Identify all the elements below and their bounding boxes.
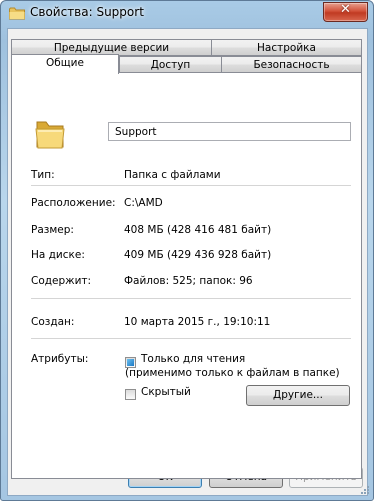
tab-label: Настройка	[257, 42, 316, 54]
readonly-note: (применимо только к файлам в папке)	[125, 367, 340, 379]
location-value: C:\AMD	[124, 197, 163, 209]
size-on-disk-value: 409 МБ (429 436 928 байт)	[124, 249, 272, 261]
hidden-checkbox[interactable]	[125, 389, 136, 400]
divider	[31, 338, 351, 339]
general-panel: Тип: Папка с файлами Расположение: C:\AM…	[11, 72, 362, 479]
title-bar[interactable]: Свойства: Support ✕	[1, 1, 373, 27]
contains-value: Файлов: 525; папок: 96	[124, 275, 253, 287]
attributes-label: Атрибуты:	[31, 353, 89, 365]
tab-security[interactable]: Безопасность	[221, 56, 362, 73]
folder-icon	[9, 7, 25, 20]
tab-sharing[interactable]: Доступ	[119, 56, 222, 73]
properties-window: Свойства: Support ✕ Предыдущие версии На…	[0, 0, 374, 501]
divider	[31, 185, 351, 186]
advanced-button[interactable]: Другие...	[246, 385, 350, 406]
window-title: Свойства: Support	[30, 5, 144, 19]
readonly-label: Только для чтения	[141, 353, 246, 365]
advanced-button-label: Другие...	[273, 389, 323, 401]
tab-label: Доступ	[150, 59, 191, 71]
close-button[interactable]: ✕	[323, 2, 368, 22]
type-label: Тип:	[31, 169, 55, 181]
dialog-body: Предыдущие версии Настройка Общие Доступ…	[7, 28, 368, 496]
size-on-disk-label: На диске:	[31, 249, 85, 261]
tab-general[interactable]: Общие	[11, 54, 119, 74]
type-value: Папка с файлами	[124, 169, 221, 181]
created-label: Создан:	[31, 316, 75, 328]
resize-grip-icon[interactable]	[358, 485, 370, 497]
contains-label: Содержит:	[31, 275, 92, 287]
hidden-label: Скрытый	[141, 386, 191, 398]
folder-icon	[35, 121, 65, 149]
created-value: 10 марта 2015 г., 19:10:11	[124, 316, 271, 328]
location-label: Расположение:	[31, 197, 116, 209]
size-label: Размер:	[31, 224, 74, 236]
tab-customize[interactable]: Настройка	[211, 39, 362, 56]
tab-label: Общие	[46, 57, 84, 69]
divider	[31, 298, 351, 299]
close-icon: ✕	[340, 2, 351, 17]
tab-label: Безопасность	[253, 59, 330, 71]
size-value: 408 МБ (428 416 481 байт)	[124, 224, 272, 236]
tab-label: Предыдущие версии	[53, 42, 170, 54]
folder-name-input[interactable]	[108, 122, 351, 141]
